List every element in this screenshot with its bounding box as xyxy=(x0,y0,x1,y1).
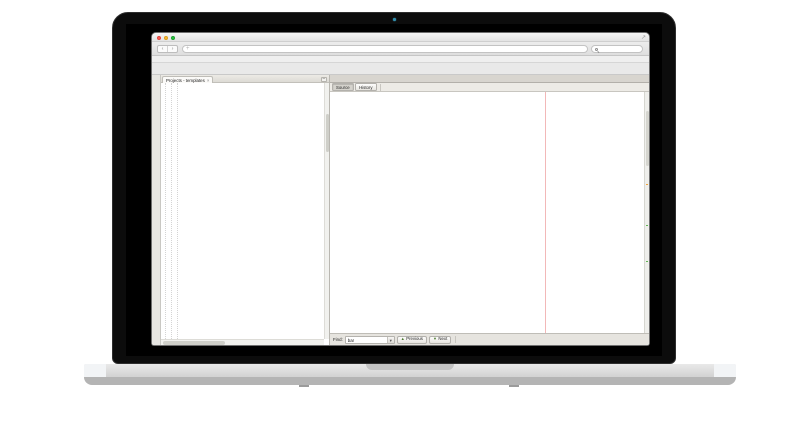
toolbar-separator xyxy=(455,336,456,343)
file-tree xyxy=(161,83,324,339)
laptop-base xyxy=(84,364,736,377)
find-input[interactable]: bar ▾ xyxy=(345,336,395,344)
find-label: Find: xyxy=(333,337,343,342)
history-view-button[interactable]: History xyxy=(355,83,376,91)
right-margin-line xyxy=(545,92,546,333)
code-editor[interactable] xyxy=(330,92,644,333)
change-mark[interactable] xyxy=(646,225,648,227)
find-next-label: Next xyxy=(438,336,447,343)
search-input[interactable] xyxy=(591,45,643,53)
left-dock-strip xyxy=(152,75,161,345)
laptop-lid-notch xyxy=(366,364,454,370)
projects-panel-title: Projects - templates xyxy=(166,78,205,83)
close-window-button[interactable] xyxy=(157,36,161,40)
webcam-icon xyxy=(393,18,396,21)
editor-tab-bar xyxy=(330,75,649,83)
find-input-value: bar xyxy=(348,338,354,343)
zoom-window-button[interactable] xyxy=(171,36,175,40)
nav-back-forward-group[interactable]: ‹ › xyxy=(157,45,178,53)
tree-guide-line xyxy=(177,83,178,339)
find-bar: Find: bar ▾ ▲Previous ▼Next xyxy=(330,333,649,345)
combo-dropdown-icon[interactable]: ▾ xyxy=(387,337,394,343)
minimize-panel-button[interactable]: − xyxy=(321,77,327,82)
editor-scroll-thumb[interactable] xyxy=(646,111,649,166)
search-icon xyxy=(595,48,598,51)
warning-mark[interactable] xyxy=(646,184,648,186)
tree-horizontal-scrollbar[interactable] xyxy=(161,339,324,345)
arrow-down-icon: ▼ xyxy=(433,336,437,343)
ide-main-area: Projects - templates× − Source History xyxy=(152,75,649,345)
back-button[interactable]: ‹ xyxy=(158,46,168,52)
find-previous-button[interactable]: ▲Previous xyxy=(397,336,427,344)
scrollbar-thumb[interactable] xyxy=(326,114,329,152)
window-titlebar: ↗ xyxy=(152,33,649,42)
tree-guide-line xyxy=(171,83,172,339)
laptop-base-bottom xyxy=(84,377,736,385)
add-bookmark-icon[interactable]: + xyxy=(186,46,190,53)
laptop-base-cap-left xyxy=(84,364,106,377)
editor-toolbar: Source History xyxy=(330,83,649,92)
close-panel-icon[interactable]: × xyxy=(207,78,210,83)
projects-panel-tab[interactable]: Projects - templates× xyxy=(162,76,213,84)
main-toolbar xyxy=(152,63,649,75)
find-previous-label: Previous xyxy=(406,336,423,343)
toolbar-separator xyxy=(380,84,381,91)
tree-guide-line xyxy=(165,83,166,339)
laptop-foot xyxy=(509,385,519,387)
editor-area: Source History Find: bar ▾ ▲Previous ▼Nex… xyxy=(330,75,649,345)
menu-bar xyxy=(152,56,649,63)
arrow-up-icon: ▲ xyxy=(401,336,405,343)
browser-navbar: ‹ › + xyxy=(152,42,649,56)
minimize-window-button[interactable] xyxy=(164,36,168,40)
find-next-button[interactable]: ▼Next xyxy=(429,336,451,344)
source-view-button[interactable]: Source xyxy=(332,83,354,91)
change-mark[interactable] xyxy=(646,261,648,263)
url-field[interactable]: + xyxy=(182,45,588,53)
laptop-base-cap-right xyxy=(714,364,736,377)
forward-button[interactable]: › xyxy=(168,46,177,52)
projects-panel-header: Projects - templates× − xyxy=(161,75,329,83)
error-stripe[interactable] xyxy=(644,92,649,333)
window-resize-icon[interactable]: ↗ xyxy=(641,34,646,42)
tree-vertical-scrollbar[interactable] xyxy=(324,83,329,339)
scrollbar-thumb[interactable] xyxy=(163,341,225,345)
ide-window: ↗ ‹ › + Projects - templates× − xyxy=(152,33,649,345)
laptop-foot xyxy=(299,385,309,387)
projects-panel: Projects - templates× − xyxy=(161,75,330,345)
